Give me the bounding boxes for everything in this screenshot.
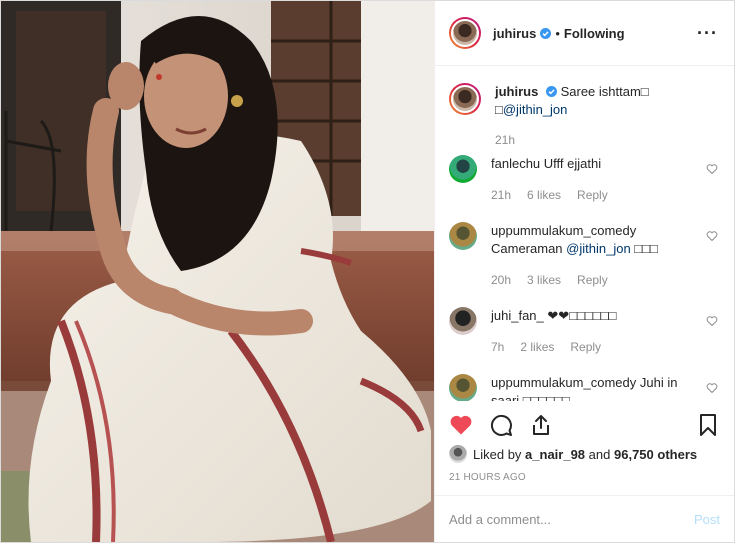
emoji-placeholder: □ — [495, 102, 503, 117]
comment-meta: 7h 2 likes Reply — [491, 338, 696, 356]
comment-likes[interactable]: 6 likes — [527, 186, 561, 204]
comment-icon[interactable] — [489, 413, 513, 437]
caption-avatar[interactable] — [449, 83, 481, 115]
share-icon[interactable] — [529, 413, 553, 437]
comment-meta: 20h 3 likes Reply — [491, 271, 696, 289]
comment-text: Ufff ejjathi — [543, 156, 602, 171]
comment-item: fanlechu Ufff ejjathi 21h 6 likes Reply — [449, 155, 718, 204]
comment-item: juhi_fan_ ❤❤□□□□□□ 7h 2 likes Reply — [449, 307, 718, 356]
comment-text: ❤❤□□□□□□ — [547, 308, 617, 323]
heart-outline-icon[interactable] — [706, 163, 718, 175]
post-comment-button[interactable]: Post — [694, 512, 720, 527]
likes-others[interactable]: 96,750 others — [614, 447, 697, 462]
comment-username[interactable]: juhi_fan_ — [491, 308, 544, 323]
comment-item: uppummulakum_comedy Juhi in saari □□□□□□ — [449, 374, 718, 401]
reply-button[interactable]: Reply — [570, 338, 601, 356]
post-side-panel: juhirus • Following ··· juhirus Saree is… — [434, 1, 734, 542]
reply-button[interactable]: Reply — [577, 271, 608, 289]
caption: juhirus Saree ishttam□ □@jithin_jon 21h — [449, 83, 718, 149]
comments-list[interactable]: juhirus Saree ishttam□ □@jithin_jon 21h — [435, 67, 734, 401]
add-comment-bar: Post — [435, 495, 734, 542]
comment-likes[interactable]: 2 likes — [520, 338, 554, 356]
add-comment-input[interactable] — [449, 511, 694, 527]
comment-body: uppummulakum_comedy Cameraman @jithin_jo… — [491, 222, 718, 289]
comment-time[interactable]: 21h — [491, 186, 511, 204]
photo-illustration — [1, 1, 434, 542]
likes-connector: and — [588, 446, 611, 462]
caption-meta: 21h — [495, 131, 696, 149]
post-photo[interactable] — [1, 1, 434, 542]
likes-summary: Liked by a_nair_98 and 96,750 others — [449, 445, 720, 463]
comment-meta: 21h 6 likes Reply — [491, 186, 696, 204]
emoji-placeholder: □ — [640, 84, 649, 99]
comment-avatar[interactable] — [449, 307, 477, 335]
caption-time[interactable]: 21h — [495, 131, 515, 149]
bookmark-icon[interactable] — [696, 413, 720, 437]
comment-username[interactable]: uppummulakum_comedy — [491, 223, 636, 238]
caption-mention[interactable]: @jithin_jon — [503, 102, 568, 117]
comment-avatar[interactable] — [449, 222, 477, 250]
comment-text: Cameraman — [491, 241, 563, 256]
comment-username[interactable]: fanlechu — [491, 156, 540, 171]
caption-text: Saree ishttam — [560, 84, 641, 99]
following-button[interactable]: Following — [564, 26, 625, 41]
liker-avatar[interactable] — [449, 445, 467, 463]
post-header: juhirus • Following ··· — [435, 1, 734, 66]
comment-mention[interactable]: @jithin_jon — [566, 241, 631, 256]
heart-outline-icon[interactable] — [706, 382, 718, 394]
comment-time[interactable]: 7h — [491, 338, 504, 356]
comment-emoji: □□□ — [634, 241, 658, 256]
post-modal: juhirus • Following ··· juhirus Saree is… — [0, 0, 735, 543]
comment-avatar[interactable] — [449, 155, 477, 183]
likes-prefix: Liked by — [473, 446, 522, 462]
comment-body: fanlechu Ufff ejjathi 21h 6 likes Reply — [491, 155, 718, 204]
caption-body: juhirus Saree ishttam□ □@jithin_jon 21h — [495, 83, 718, 149]
caption-username[interactable]: juhirus — [495, 84, 538, 99]
reply-button[interactable]: Reply — [577, 186, 608, 204]
heart-filled-icon[interactable] — [449, 413, 473, 437]
comment-item: uppummulakum_comedy Cameraman @jithin_jo… — [449, 222, 718, 289]
comment-body: uppummulakum_comedy Juhi in saari □□□□□□ — [491, 374, 718, 401]
comment-username[interactable]: uppummulakum_comedy — [491, 375, 636, 390]
comment-time[interactable]: 20h — [491, 271, 511, 289]
verified-badge-icon — [540, 27, 552, 39]
verified-badge-icon — [545, 86, 557, 97]
comment-avatar[interactable] — [449, 374, 477, 401]
post-timestamp[interactable]: 21 HOURS AGO — [449, 472, 526, 483]
heart-outline-icon[interactable] — [706, 230, 718, 242]
profile-avatar[interactable] — [449, 17, 481, 49]
more-horizontal-icon[interactable]: ··· — [697, 24, 718, 42]
heart-outline-icon[interactable] — [706, 315, 718, 327]
header-username[interactable]: juhirus — [493, 26, 536, 41]
comment-likes[interactable]: 3 likes — [527, 271, 561, 289]
header-separator: • — [555, 25, 560, 41]
comment-body: juhi_fan_ ❤❤□□□□□□ 7h 2 likes Reply — [491, 307, 718, 356]
action-bar — [435, 409, 734, 441]
liker-username[interactable]: a_nair_98 — [525, 447, 585, 462]
